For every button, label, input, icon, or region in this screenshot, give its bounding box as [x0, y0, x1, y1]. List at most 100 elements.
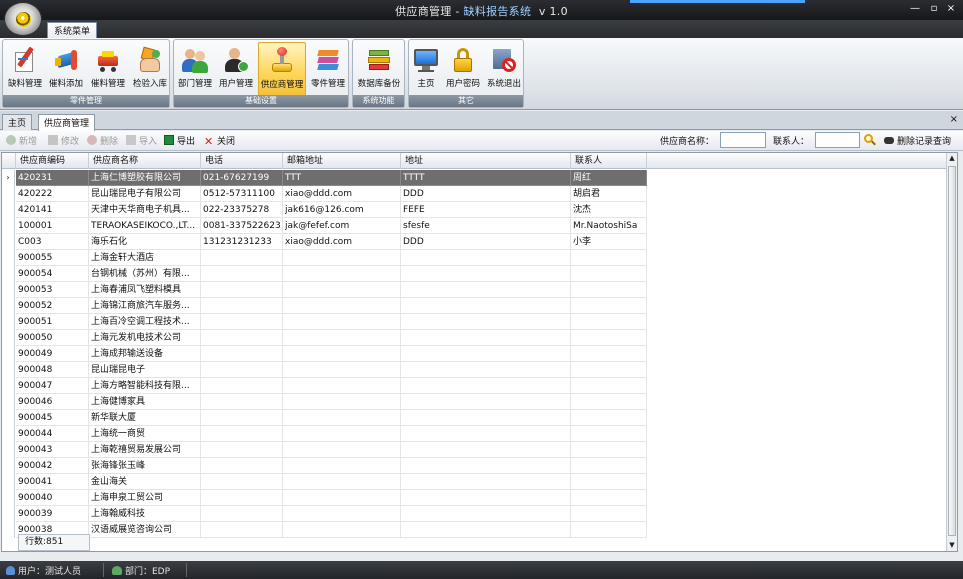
table-cell[interactable]: 台钢机械（苏州）有限...: [89, 266, 201, 282]
user-password-button[interactable]: 用户密码: [443, 42, 483, 96]
table-cell[interactable]: 上海百冷空调工程技术...: [89, 314, 201, 330]
column-header-phone[interactable]: 电话: [201, 153, 283, 169]
table-cell[interactable]: [571, 298, 647, 314]
table-row[interactable]: 900041 金山海关: [2, 474, 647, 490]
column-header-address[interactable]: 地址: [401, 153, 571, 169]
table-cell[interactable]: 上海春浦凤飞塑料模具: [89, 282, 201, 298]
table-cell[interactable]: sfesfe: [401, 218, 571, 234]
table-cell[interactable]: [401, 410, 571, 426]
table-cell[interactable]: [571, 442, 647, 458]
table-row[interactable]: 900044 上海统一商贸: [2, 426, 647, 442]
expedite-add-button[interactable]: 催料添加: [46, 42, 86, 96]
table-cell[interactable]: 周红: [571, 170, 647, 186]
table-cell[interactable]: TTTT: [401, 170, 571, 186]
table-row[interactable]: 900050 上海元发机电技术公司: [2, 330, 647, 346]
table-cell[interactable]: [401, 282, 571, 298]
supplier-management-button[interactable]: 供应商管理: [258, 42, 306, 96]
table-cell[interactable]: [201, 522, 283, 538]
table-cell[interactable]: [571, 314, 647, 330]
table-cell[interactable]: [201, 490, 283, 506]
table-cell[interactable]: 上海健博家具: [89, 394, 201, 410]
table-cell[interactable]: [283, 410, 401, 426]
table-cell[interactable]: 昆山瑞昆电子: [89, 362, 201, 378]
row-indicator[interactable]: [2, 186, 15, 202]
table-cell[interactable]: 900051: [16, 314, 89, 330]
table-cell[interactable]: 420141: [16, 202, 89, 218]
table-cell[interactable]: 900044: [16, 426, 89, 442]
table-cell[interactable]: [571, 410, 647, 426]
table-cell[interactable]: [571, 378, 647, 394]
table-cell[interactable]: 420222: [16, 186, 89, 202]
maximize-button[interactable]: ▫: [927, 2, 941, 16]
table-cell[interactable]: [401, 394, 571, 410]
close-button[interactable]: ×: [944, 2, 958, 16]
table-cell[interactable]: 900039: [16, 506, 89, 522]
table-cell[interactable]: [283, 378, 401, 394]
tab-home[interactable]: 主页: [2, 114, 33, 130]
table-cell[interactable]: 沈杰: [571, 202, 647, 218]
column-header-supplier-name[interactable]: 供应商名称: [89, 153, 201, 169]
table-cell[interactable]: [201, 250, 283, 266]
table-cell[interactable]: [201, 378, 283, 394]
table-cell[interactable]: 0512-57311100: [201, 186, 283, 202]
table-cell[interactable]: [571, 490, 647, 506]
column-header-contact[interactable]: 联系人: [571, 153, 647, 169]
table-cell[interactable]: [571, 394, 647, 410]
table-row[interactable]: 900055 上海金轩大酒店: [2, 250, 647, 266]
table-cell[interactable]: 420231: [16, 170, 89, 186]
table-cell[interactable]: 上海统一商贸: [89, 426, 201, 442]
table-cell[interactable]: [283, 474, 401, 490]
row-indicator[interactable]: [2, 426, 15, 442]
table-cell[interactable]: 上海金轩大酒店: [89, 250, 201, 266]
table-cell[interactable]: xiao@ddd.com: [283, 234, 401, 250]
table-cell[interactable]: [571, 474, 647, 490]
table-cell[interactable]: 金山海关: [89, 474, 201, 490]
table-cell[interactable]: [401, 474, 571, 490]
table-cell[interactable]: [283, 490, 401, 506]
table-row[interactable]: 900042 张海锋张玉峰: [2, 458, 647, 474]
table-cell[interactable]: DDD: [401, 234, 571, 250]
table-cell[interactable]: [571, 458, 647, 474]
table-cell[interactable]: 新华联大厦: [89, 410, 201, 426]
table-cell[interactable]: [283, 458, 401, 474]
user-management-button[interactable]: 用户管理: [216, 42, 256, 96]
contact-input[interactable]: [815, 132, 860, 148]
parts-management-button[interactable]: 零件管理: [308, 42, 348, 96]
table-cell[interactable]: 900043: [16, 442, 89, 458]
row-indicator[interactable]: [2, 218, 15, 234]
table-cell[interactable]: [201, 282, 283, 298]
table-cell[interactable]: 900053: [16, 282, 89, 298]
table-cell[interactable]: [401, 266, 571, 282]
table-cell[interactable]: 昆山瑞昆电子有限公司: [89, 186, 201, 202]
table-row[interactable]: 900048 昆山瑞昆电子: [2, 362, 647, 378]
table-cell[interactable]: xiao@ddd.com: [283, 186, 401, 202]
table-row[interactable]: 900054 台钢机械（苏州）有限...: [2, 266, 647, 282]
table-cell[interactable]: 汉语威展览咨询公司: [89, 522, 201, 538]
vertical-scrollbar[interactable]: ▲ ▼: [946, 153, 957, 551]
table-cell[interactable]: [571, 362, 647, 378]
row-indicator[interactable]: [2, 522, 15, 538]
export-button[interactable]: 导出: [164, 134, 195, 148]
table-cell[interactable]: [401, 346, 571, 362]
table-row[interactable]: 900045 新华联大厦: [2, 410, 647, 426]
table-cell[interactable]: [283, 282, 401, 298]
minimize-button[interactable]: —: [908, 2, 922, 16]
row-indicator[interactable]: [2, 234, 15, 250]
table-cell[interactable]: 900045: [16, 410, 89, 426]
row-indicator[interactable]: ›: [2, 170, 15, 186]
table-cell[interactable]: C003: [16, 234, 89, 250]
table-row[interactable]: 900052 上海锦江商旅汽车服务...: [2, 298, 647, 314]
table-row[interactable]: 900043 上海乾禧贸易发展公司: [2, 442, 647, 458]
table-cell[interactable]: [201, 330, 283, 346]
table-cell[interactable]: [571, 506, 647, 522]
table-cell[interactable]: 上海锦江商旅汽车服务...: [89, 298, 201, 314]
table-cell[interactable]: TTT: [283, 170, 401, 186]
table-cell[interactable]: [201, 298, 283, 314]
table-cell[interactable]: DDD: [401, 186, 571, 202]
table-cell[interactable]: [401, 362, 571, 378]
table-cell[interactable]: 100001: [16, 218, 89, 234]
table-cell[interactable]: 022-23375278: [201, 202, 283, 218]
table-row[interactable]: 900038 汉语威展览咨询公司: [2, 522, 647, 538]
table-row[interactable]: C003 海乐石化 131231231233 xiao@ddd.com DDD 小李: [2, 234, 647, 250]
table-cell[interactable]: TERAOKASEIKOCO.,LT...: [89, 218, 201, 234]
